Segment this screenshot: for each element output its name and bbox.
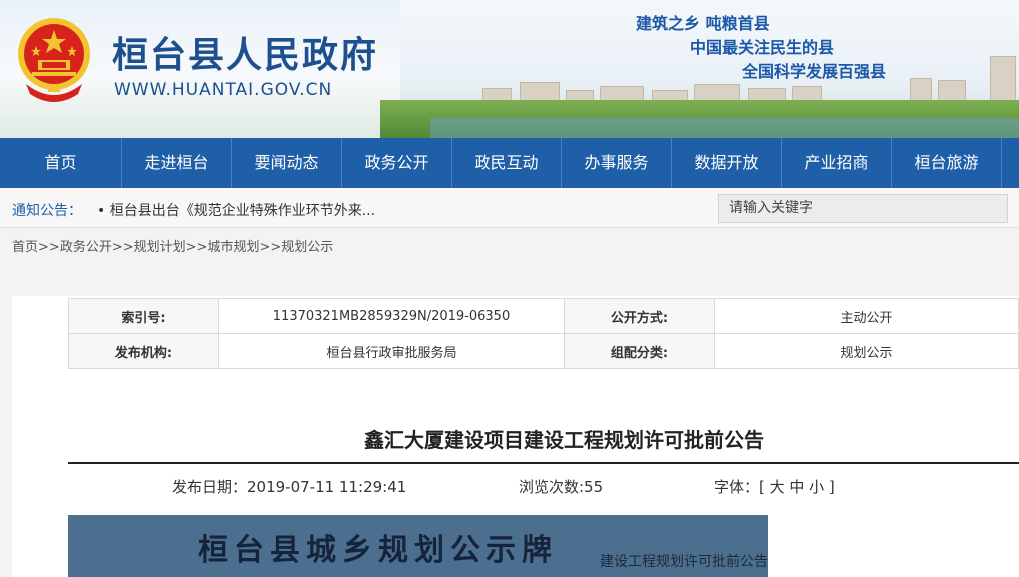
breadcrumb-separator: >> bbox=[259, 240, 282, 255]
mode-value: 主动公开 bbox=[714, 298, 1019, 334]
slogan-line-2: 中国最关注民生的县 bbox=[690, 38, 835, 57]
nav-item-gov-open[interactable]: 政务公开 bbox=[342, 138, 452, 188]
breadcrumb-current[interactable]: 规划公示 bbox=[281, 240, 333, 255]
nav-item-interaction[interactable]: 政民互动 bbox=[452, 138, 562, 188]
nav-item-services[interactable]: 办事服务 bbox=[562, 138, 672, 188]
banner-water bbox=[430, 118, 1019, 138]
slogan-line-3: 全国科学发展百强县 bbox=[742, 62, 887, 81]
nav-item-home[interactable]: 首页 bbox=[0, 138, 122, 188]
publish-date: 发布日期：2019-07-11 11:29:41 bbox=[172, 478, 407, 496]
index-value: 11370321MB2859329N/2019-06350 bbox=[218, 298, 565, 334]
table-row: 发布机构: 桓台县行政审批服务局 组配分类: 规划公示 bbox=[68, 333, 1019, 369]
header-banner: 桓台县人民政府 WWW.HUANTAI.GOV.CN 建筑之乡 吨粮首县 中国最… bbox=[0, 0, 1019, 138]
breadcrumb-city-planning[interactable]: 城市规划 bbox=[207, 240, 259, 255]
org-label: 发布机构: bbox=[68, 333, 219, 369]
nav-item-data[interactable]: 数据开放 bbox=[672, 138, 782, 188]
breadcrumb-separator: >> bbox=[111, 240, 134, 255]
mode-label: 公开方式: bbox=[564, 298, 715, 334]
article-title: 鑫汇大厦建设项目建设工程规划许可批前公告 bbox=[364, 428, 764, 452]
breadcrumb-separator: >> bbox=[38, 240, 60, 255]
notice-board-subtitle: 建设工程规划许可批前公告 bbox=[600, 554, 768, 570]
notice-board-title: 桓台县城乡规划公示牌 bbox=[198, 533, 558, 568]
breadcrumb: 首页>>政务公开>>规划计划>>城市规划>>规划公示 bbox=[0, 228, 1019, 268]
category-label: 组配分类: bbox=[564, 333, 715, 369]
notice-board-image: 桓台县城乡规划公示牌 建设工程规划许可批前公告 bbox=[68, 515, 768, 577]
breadcrumb-planning[interactable]: 规划计划 bbox=[134, 240, 186, 255]
nav-item-tourism[interactable]: 桓台旅游 bbox=[892, 138, 1002, 188]
metadata-table: 索引号: 11370321MB2859329N/2019-06350 公开方式:… bbox=[68, 298, 1019, 369]
org-value: 桓台县行政审批服务局 bbox=[218, 333, 565, 369]
search-input[interactable]: 请输入关键字 bbox=[718, 194, 1008, 223]
nav-item-about[interactable]: 走进桓台 bbox=[122, 138, 232, 188]
nav-item-news[interactable]: 要闻动态 bbox=[232, 138, 342, 188]
nav-item-investment[interactable]: 产业招商 bbox=[782, 138, 892, 188]
notice-label: 通知公告： bbox=[12, 203, 82, 219]
view-count: 浏览次数:55 bbox=[519, 478, 604, 496]
title-divider bbox=[68, 462, 1019, 464]
font-size-switcher[interactable]: 字体：[ 大 中 小 ] bbox=[714, 476, 835, 497]
site-url[interactable]: WWW.HUANTAI.GOV.CN bbox=[114, 80, 332, 100]
national-emblem-icon bbox=[18, 18, 90, 102]
table-row: 索引号: 11370321MB2859329N/2019-06350 公开方式:… bbox=[68, 298, 1019, 334]
breadcrumb-gov-open[interactable]: 政务公开 bbox=[60, 240, 112, 255]
category-value: 规划公示 bbox=[714, 333, 1019, 369]
breadcrumb-separator: >> bbox=[185, 240, 208, 255]
notice-link[interactable]: • 桓台县出台《规范企业特殊作业环节外来... bbox=[97, 200, 375, 220]
index-label: 索引号: bbox=[68, 298, 219, 334]
breadcrumb-home[interactable]: 首页 bbox=[12, 240, 38, 255]
site-title[interactable]: 桓台县人民政府 bbox=[112, 26, 378, 78]
main-nav: 首页 走进桓台 要闻动态 政务公开 政民互动 办事服务 数据开放 产业招商 桓台… bbox=[0, 138, 1019, 188]
slogan-line-1: 建筑之乡 吨粮首县 bbox=[636, 14, 770, 33]
